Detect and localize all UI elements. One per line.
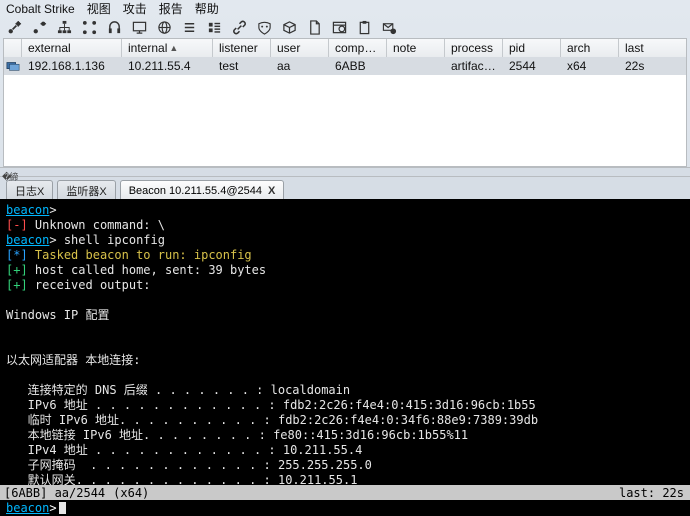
console-tag-ok: [+] (6, 263, 28, 277)
cell-arch: x64 (561, 57, 619, 75)
console-prompt: beacon (6, 501, 49, 515)
files-icon[interactable] (206, 20, 222, 36)
splitter-handle-icon: �締 (2, 170, 16, 183)
beacon-console[interactable]: beacon> [-] Unknown command: \ beacon> s… (0, 199, 690, 485)
col-note[interactable]: note (387, 39, 445, 57)
menubar: Cobalt Strike 视图 攻击 报告 帮助 (0, 0, 690, 17)
bottom-tabs: 日志X 监听器X Beacon 10.211.55.4@2544 X (0, 177, 690, 198)
console-input[interactable]: beacon> (0, 500, 690, 516)
app-root: Cobalt Strike 视图 攻击 报告 帮助 external inter… (0, 0, 690, 516)
col-icon[interactable] (4, 39, 22, 57)
headset-icon[interactable] (106, 20, 122, 36)
col-user[interactable]: user (271, 39, 329, 57)
col-internal[interactable]: internal▲ (122, 39, 213, 57)
tab-listeners[interactable]: 监听器X (57, 180, 115, 199)
mail-bomb-icon[interactable] (381, 20, 397, 36)
table-header-row: external internal▲ listener user comput…… (4, 39, 686, 57)
menu-view[interactable]: 视图 (87, 0, 111, 17)
status-arch: (x64) (109, 485, 613, 501)
cell-process: artifact… (445, 57, 503, 75)
screen-icon[interactable] (131, 20, 147, 36)
console-tag-err: [-] (6, 218, 28, 232)
status-host: [6ABB] aa/2544 (0, 485, 109, 501)
pane-splitter[interactable]: �締 (0, 167, 690, 177)
document-icon[interactable] (306, 20, 322, 36)
console-prompt: beacon (6, 203, 49, 217)
col-listener[interactable]: listener (213, 39, 271, 57)
cell-external: 192.168.1.136 (22, 57, 122, 75)
formation-icon[interactable] (56, 20, 72, 36)
tab-close-icon[interactable]: X (268, 185, 275, 197)
console-statusbar: [6ABB] aa/2544 (x64) last: 22s (0, 485, 690, 501)
row-beacon-icon (4, 57, 22, 75)
menu-help[interactable]: 帮助 (195, 0, 219, 17)
tab-beacon-active[interactable]: Beacon 10.211.55.4@2544 X (120, 180, 285, 199)
list-icon[interactable] (181, 20, 197, 36)
cell-pid: 2544 (503, 57, 561, 75)
cell-last: 22s (619, 57, 669, 75)
vpn-world-icon[interactable] (156, 20, 172, 36)
beacon-table: external internal▲ listener user comput…… (3, 38, 687, 167)
cell-internal: 10.211.55.4 (122, 57, 213, 75)
console-tag-info: [*] (6, 248, 28, 262)
col-last[interactable]: last (619, 39, 669, 57)
window-world-icon[interactable] (331, 20, 347, 36)
col-process[interactable]: process (445, 39, 503, 57)
col-arch[interactable]: arch (561, 39, 619, 57)
nodes-icon[interactable] (81, 20, 97, 36)
toolbar (0, 17, 690, 38)
tab-beacon-label: Beacon 10.211.55.4@2544 (129, 185, 262, 197)
cell-listener: test (213, 57, 271, 75)
disconnect-icon[interactable] (31, 20, 47, 36)
menu-attack[interactable]: 攻击 (123, 0, 147, 17)
cell-user: aa (271, 57, 329, 75)
console-prompt: beacon (6, 233, 49, 247)
mask-icon[interactable] (256, 20, 272, 36)
col-pid[interactable]: pid (503, 39, 561, 57)
console-tag-ok: [+] (6, 278, 28, 292)
connect-plus-icon[interactable] (6, 20, 22, 36)
menu-app[interactable]: Cobalt Strike (6, 2, 75, 16)
sort-asc-icon: ▲ (169, 43, 178, 53)
menu-report[interactable]: 报告 (159, 0, 183, 17)
cell-computer: 6ABB (329, 57, 387, 75)
chainlink-icon[interactable] (231, 20, 247, 36)
col-computer[interactable]: comput… (329, 39, 387, 57)
table-row[interactable]: 192.168.1.136 10.211.55.4 test aa 6ABB a… (4, 57, 686, 75)
cell-note (387, 57, 445, 75)
col-external[interactable]: external (22, 39, 122, 57)
status-last: last: 22s (613, 485, 690, 501)
cursor-icon (59, 502, 66, 514)
clipboard-icon[interactable] (356, 20, 372, 36)
package-icon[interactable] (281, 20, 297, 36)
